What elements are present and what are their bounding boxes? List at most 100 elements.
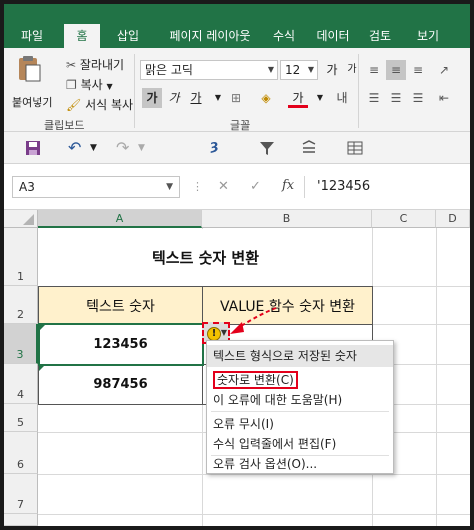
fill-color-icon[interactable]: ◈ [256,88,276,108]
cut-button[interactable]: ✂ 잘라내기 [66,56,124,73]
redo-icon[interactable]: ↷ [116,138,129,158]
font-color-label: 가 [292,91,304,105]
tab-insert[interactable]: 삽입 [108,24,148,48]
font-color-button[interactable]: 가 [288,88,308,108]
divider [358,54,359,128]
sort-icon[interactable] [300,138,318,158]
row-header-7[interactable]: 7 [4,474,38,514]
chevron-down-icon[interactable]: ▼ [310,88,330,108]
ribbon-tab-bar: 파일 홈 삽입 페이지 레이아웃 수식 데이터 검토 보기 [4,24,470,48]
column-header-b[interactable]: B [202,210,372,228]
chevron-down-icon[interactable]: ▼ [208,88,228,108]
row-header-8 [4,514,38,526]
menu-item-convert-to-number[interactable]: 숫자로 변환(C) [207,369,393,391]
row-header-1[interactable]: 1 [4,228,38,286]
cut-label: 잘라내기 [79,58,125,72]
paste-button[interactable]: 붙여넣기 [12,54,52,114]
filter-icon[interactable] [258,138,276,158]
format-painter-button[interactable]: 🖌 서식 복사 [66,96,133,113]
tab-file[interactable]: 파일 [12,24,52,48]
chevron-down-icon: ▼ [166,182,173,192]
warning-icon: ! [207,327,221,341]
increase-font-button[interactable]: 가 [322,60,342,80]
row-header-2[interactable]: 2 [4,286,38,324]
formula-bar: A3 ▼ ⋮ ✕ ✓ fx '123456 [4,164,470,210]
enter-icon[interactable]: ✓ [250,179,261,194]
title-bar [4,4,470,24]
more-dots-icon: ⋮ [192,180,203,193]
chevron-down-icon[interactable]: ▼ [138,143,145,163]
tab-review[interactable]: 검토 [362,24,398,48]
align-center-icon[interactable]: ☰ [386,88,406,108]
row-header-3[interactable]: 3 [4,324,38,364]
save-icon[interactable] [24,138,42,158]
menu-item-error-checking-options[interactable]: 오류 검사 옵션(O)... [207,453,393,475]
phonetic-icon[interactable]: 내 [332,88,352,108]
font-size-combo[interactable]: 12 ▼ [280,60,318,80]
chevron-down-icon: ▼ [267,65,274,74]
italic-button[interactable]: 가 [164,88,184,108]
row-number: 4 [17,388,24,401]
name-box-value: A3 [19,180,35,194]
cell-a4[interactable]: 987456 [38,364,203,405]
formula-input[interactable]: '123456 [304,176,470,198]
font-size-value: 12 [285,63,301,77]
decrease-font-label: 가 [347,64,357,75]
excel-window: 파일 홈 삽입 페이지 레이아웃 수식 데이터 검토 보기 붙여넣기 ✂ 잘라내… [4,4,470,526]
row-header-5[interactable]: 5 [4,404,38,432]
tab-view[interactable]: 보기 [410,24,446,48]
underline-label: 가 [190,91,202,105]
bold-label: 가 [146,91,158,105]
align-bottom-icon[interactable]: ≡ [408,60,428,80]
chevron-down-icon: ▼ [106,82,113,91]
align-left-icon[interactable]: ☰ [364,88,384,108]
orientation-icon[interactable]: ↗ [434,60,454,80]
table-icon[interactable] [346,138,364,158]
ribbon-home: 붙여넣기 ✂ 잘라내기 ❐ 복사 ▼ 🖌 서식 복사 클립보드 맑은 고딕 ▼ … [4,48,470,132]
tab-home[interactable]: 홈 [64,24,100,48]
font-name-combo[interactable]: 맑은 고딕 ▼ [140,60,278,80]
column-header-a[interactable]: A [38,210,202,228]
row-number: 2 [17,308,24,321]
increase-font-label: 가 [326,63,338,77]
copy-icon: ❐ [66,78,77,92]
menu-item-ignore-error[interactable]: 오류 무시(I) [207,413,393,435]
divider [134,54,135,128]
align-right-icon[interactable]: ☰ [408,88,428,108]
underline-button[interactable]: 가 [186,88,206,108]
copy-button[interactable]: ❐ 복사 ▼ [66,76,113,93]
tab-page-layout[interactable]: 페이지 레이아웃 [156,24,264,48]
cancel-icon[interactable]: ✕ [218,179,229,194]
cell-header-a[interactable]: 텍스트 숫자 [38,286,203,325]
paste-icon [19,56,41,82]
menu-item-help[interactable]: 이 오류에 대한 도움말(H) [207,389,393,411]
brush-icon: 🖌 [66,98,82,112]
column-header-c[interactable]: C [372,210,436,228]
chevron-down-icon[interactable]: ▼ [90,143,97,163]
cell-title[interactable]: 텍스트 숫자 변환 [39,229,372,286]
undo-icon[interactable]: ↶ [68,138,81,158]
gridline [436,228,437,526]
paste-label: 붙여넣기 [12,96,53,109]
error-context-menu: 텍스트 형식으로 저장된 숫자 숫자로 변환(C) 이 오류에 대한 도움말(H… [206,340,394,474]
row-number: 7 [17,498,24,511]
row-header-6[interactable]: 6 [4,432,38,474]
row-header-4[interactable]: 4 [4,364,38,404]
decrease-font-button[interactable]: 가 [342,60,362,80]
select-all-corner[interactable] [4,210,38,228]
indent-icon[interactable]: ⇤ [434,88,454,108]
tab-data[interactable]: 데이터 [310,24,356,48]
tab-formulas[interactable]: 수식 [266,24,302,48]
font-name-value: 맑은 고딕 [145,63,193,77]
align-top-icon[interactable]: ≡ [364,60,384,80]
format-painter-label: 서식 복사 [85,98,134,112]
menu-item-edit-in-formula-bar[interactable]: 수식 입력줄에서 편집(F) [207,433,393,455]
align-middle-icon[interactable]: ≡ [386,60,406,80]
clear-format-icon[interactable]: ȝ [210,138,219,158]
fx-icon[interactable]: fx [282,178,294,193]
borders-icon[interactable]: ⊞ [226,88,246,108]
row-number: 1 [17,270,24,283]
column-header-d[interactable]: D [436,210,470,228]
bold-button[interactable]: 가 [142,88,162,108]
name-box[interactable]: A3 ▼ [12,176,180,198]
